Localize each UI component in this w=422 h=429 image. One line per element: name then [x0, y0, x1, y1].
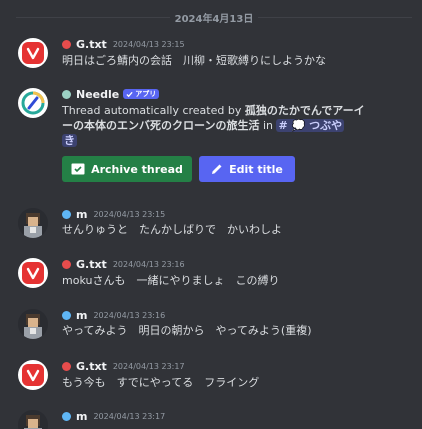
app-badge-label: アプリ — [135, 90, 157, 98]
avatar[interactable] — [18, 88, 48, 118]
username[interactable]: G.txt — [76, 38, 107, 51]
channel-mention-cont[interactable]: き — [62, 134, 77, 147]
divider-line — [16, 16, 170, 18]
user-avatar-icon — [18, 208, 48, 238]
date-divider-label: 2024年4月13日 — [174, 13, 254, 25]
message-text: やってみよう 明日の朝から やってみよう(重複) — [62, 324, 312, 337]
divider-line — [258, 16, 412, 18]
avatar[interactable] — [18, 360, 48, 390]
timestamp: 2024/04/13 23:17 — [112, 361, 185, 371]
timestamp: 2024/04/13 23:16 — [93, 310, 166, 320]
chat-message-list[interactable]: 2024年4月13日 G.txt 2024/04/13 23:15 明日はごろ鯖… — [0, 0, 422, 429]
role-icon — [62, 361, 71, 371]
username[interactable]: m — [76, 208, 87, 221]
role-icon — [62, 411, 71, 421]
message-text: せんりゅうと たんかしばりで かいわしよ — [62, 223, 282, 236]
role-icon — [62, 209, 71, 219]
vivaldi-logo-icon — [22, 364, 44, 386]
avatar[interactable] — [18, 258, 48, 288]
role-icon — [62, 39, 71, 49]
message-header: G.txt 2024/04/13 23:16 — [62, 257, 185, 271]
user-avatar-icon — [18, 309, 48, 339]
message-text: Thread automatically created by 孤独のたかでんで… — [62, 103, 382, 148]
archive-icon — [71, 163, 85, 175]
user-avatar-icon — [18, 410, 48, 429]
username[interactable]: Needle — [76, 88, 119, 101]
edit-title-button[interactable]: Edit title — [199, 156, 295, 182]
username[interactable]: m — [76, 309, 87, 322]
vivaldi-logo-icon — [22, 262, 44, 284]
archive-thread-label: Archive thread — [91, 162, 183, 176]
vivaldi-logo-icon — [22, 42, 44, 64]
channel-hash-icon: # — [278, 119, 288, 132]
thread-author-cont: ーの本体のエンバ死のクローンの旅生活 — [62, 119, 260, 132]
username[interactable]: G.txt — [76, 360, 107, 373]
message-text: 明日はごろ鯖内の会話 川柳・短歌縛りにしようかな — [62, 54, 326, 67]
thread-created-text: Thread automatically created by — [62, 104, 245, 117]
channel-mention[interactable]: # 💭 つぶや — [276, 119, 345, 132]
avatar[interactable] — [18, 38, 48, 68]
message-text: もう今も すでにやってる フライング — [62, 376, 260, 389]
archive-thread-button[interactable]: Archive thread — [62, 156, 192, 182]
verified-check-icon — [126, 91, 133, 97]
avatar[interactable] — [18, 208, 48, 238]
username[interactable]: G.txt — [76, 258, 107, 271]
pencil-icon — [212, 164, 222, 174]
avatar[interactable] — [18, 309, 48, 339]
edit-title-label: Edit title — [229, 162, 283, 176]
timestamp: 2024/04/13 23:15 — [112, 39, 185, 49]
message-header: m 2024/04/13 23:15 — [62, 207, 165, 221]
username[interactable]: m — [76, 410, 87, 423]
date-divider: 2024年4月13日 — [0, 10, 422, 25]
in-text: in — [259, 119, 277, 132]
avatar[interactable] — [18, 410, 48, 429]
message-header: G.txt 2024/04/13 23:15 — [62, 37, 185, 51]
thread-author: 孤独のたかでんでアーイ — [244, 104, 365, 117]
timestamp: 2024/04/13 23:16 — [112, 259, 185, 269]
message-header: G.txt 2024/04/13 23:17 — [62, 359, 185, 373]
timestamp: 2024/04/13 23:17 — [93, 411, 166, 421]
timestamp: 2024/04/13 23:15 — [93, 209, 166, 219]
app-badge: アプリ — [123, 89, 160, 99]
channel-name: 💭 つぶや — [291, 119, 343, 132]
message-text: mokuさんも 一緒にやりましょ この縛り — [62, 274, 280, 287]
role-icon — [62, 310, 71, 320]
message-header: Needle アプリ — [62, 87, 160, 101]
needle-logo-icon — [21, 91, 45, 115]
message-header: m 2024/04/13 23:16 — [62, 308, 165, 322]
role-icon — [62, 259, 71, 269]
message-header: m 2024/04/13 23:17 — [62, 409, 165, 423]
role-icon — [62, 89, 71, 99]
